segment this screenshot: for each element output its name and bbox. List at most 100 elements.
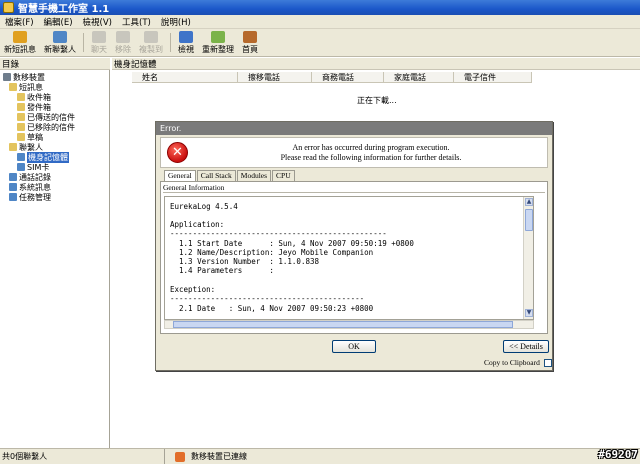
tab-call-stack[interactable]: Call Stack: [196, 170, 236, 181]
copy-to-label: 複製到: [139, 44, 163, 54]
connection-status-text: 數移裝置已連線: [191, 452, 247, 461]
details-button[interactable]: << Details: [503, 340, 549, 353]
column-business-phone[interactable]: 商務電話: [312, 72, 384, 83]
copy-to-clipboard-label: Copy to Clipboard: [484, 358, 540, 367]
scrollbar-thumb[interactable]: [173, 321, 513, 328]
view-button[interactable]: 檢視: [174, 29, 198, 56]
home-label: 首頁: [242, 44, 258, 54]
copy-to-clipboard-checkbox[interactable]: [543, 358, 552, 367]
refresh-icon: [211, 30, 225, 43]
log-line: ----------------------------------------…: [170, 229, 387, 238]
log-line: Application:: [170, 220, 225, 229]
tree-item-system-info[interactable]: 系統訊息: [9, 182, 51, 192]
refresh-button[interactable]: 重新整理: [198, 29, 238, 56]
tree-item-label: 任務管理: [19, 192, 51, 202]
log-line: 1.3 Version Number : 1.1.0.838: [170, 257, 320, 266]
view-icon: [179, 30, 193, 43]
divider: [163, 192, 545, 193]
phone-icon: [3, 73, 11, 81]
scroll-down-icon[interactable]: ▼: [525, 309, 533, 317]
log-line: 2.1 Date : Sun, 4 Nov 2007 09:50:23 +080…: [170, 304, 374, 313]
column-mobile-phone[interactable]: 擦移電話: [238, 72, 312, 83]
tree-item-task-manager[interactable]: 任務管理: [9, 192, 51, 202]
delete-label: 移除: [115, 44, 131, 54]
scrollbar-thumb[interactable]: [525, 209, 533, 231]
tree-item-sent[interactable]: 已傳送的信件: [17, 112, 75, 122]
view-label: 檢視: [178, 44, 194, 54]
contacts-folder-icon: [9, 143, 17, 151]
watermark: #69207: [598, 448, 638, 461]
tab-cpu[interactable]: CPU: [272, 170, 295, 181]
error-dialog: Error. ✕ An error has occurred during pr…: [155, 121, 553, 371]
log-horizontal-scrollbar[interactable]: [164, 320, 534, 329]
home-button[interactable]: 首頁: [238, 29, 262, 56]
tree-item-phone-memory[interactable]: 機身記憶體: [17, 151, 69, 163]
menu-edit[interactable]: 編輯(E): [39, 16, 78, 28]
tree-item-sim-card[interactable]: SIM卡: [17, 162, 49, 172]
copy-to-clipboard-option[interactable]: Copy to Clipboard: [484, 358, 552, 367]
scroll-up-icon[interactable]: ▲: [525, 198, 533, 206]
status-bar: 共0個聯繫人 數移裝置已連線: [0, 448, 640, 464]
tab-modules[interactable]: Modules: [236, 170, 272, 181]
menu-file[interactable]: 檔案(F): [0, 16, 39, 28]
phone-memory-icon: [17, 153, 25, 161]
sent-icon: [17, 113, 25, 121]
tab-general[interactable]: General: [164, 170, 196, 181]
window-title: 智慧手機工作室 1.1: [18, 4, 110, 15]
general-tab-panel: General Information EurekaLog 4.5.4 Appl…: [160, 181, 548, 334]
draft-icon: [17, 133, 25, 141]
copy-to-icon: [144, 30, 158, 43]
tree-item-outbox[interactable]: 發件箱: [17, 102, 51, 112]
chat-icon: [92, 30, 106, 43]
tree-item-inbox[interactable]: 收件箱: [17, 92, 51, 102]
copy-to-button[interactable]: 複製到: [135, 29, 167, 56]
column-name[interactable]: 姓名: [132, 72, 238, 83]
tree-item-call-log[interactable]: 通話記錄: [9, 172, 51, 182]
delete-button[interactable]: 移除: [111, 29, 135, 56]
log-line: 1.2 Name/Description: Jeyo Mobile Compan…: [170, 248, 374, 257]
connection-icon: [175, 451, 185, 462]
column-home-phone[interactable]: 家庭電話: [384, 72, 454, 83]
dialog-title: Error.: [156, 122, 552, 135]
error-icon: ✕: [167, 142, 188, 163]
toolbar: 新短訊息 新聯繫人 聊天 移除 複製到 檢視 重新整理 首頁: [0, 29, 640, 57]
error-message-line-1: An error has occurred during program exe…: [292, 143, 450, 152]
deleted-icon: [17, 123, 25, 131]
new-message-button[interactable]: 新短訊息: [0, 29, 40, 56]
contact-count: 共0個聯繫人: [0, 449, 165, 464]
list-header-title: 機身記憶體: [112, 58, 640, 70]
call-log-icon: [9, 173, 17, 181]
tree-item-messages[interactable]: 短訊息: [9, 82, 43, 92]
tree-item-contacts[interactable]: 聯繫人: [9, 142, 43, 152]
title-bar: 智慧手機工作室 1.1: [0, 0, 640, 15]
menu-tools[interactable]: 工具(T): [117, 16, 156, 28]
tree-item-device[interactable]: 數移裝置: [3, 72, 45, 82]
chat-button[interactable]: 聊天: [87, 29, 111, 56]
menu-bar: 檔案(F) 編輯(E) 檢視(V) 工具(T) 說明(H): [0, 15, 640, 29]
log-vertical-scrollbar[interactable]: ▲ ▼: [523, 197, 533, 319]
directory-header: 目錄: [0, 58, 110, 70]
sim-card-icon: [17, 163, 25, 171]
new-message-icon: [13, 30, 27, 43]
app-icon: [3, 2, 14, 13]
toolbar-separator: [170, 33, 171, 52]
menu-view[interactable]: 檢視(V): [78, 16, 117, 28]
column-email[interactable]: 電子信件: [454, 72, 532, 83]
log-line: Exception:: [170, 285, 216, 294]
error-log-text[interactable]: EurekaLog 4.5.4 Application: -----------…: [164, 196, 534, 320]
refresh-label: 重新整理: [202, 44, 234, 54]
error-message-line-2: Please read the following information fo…: [280, 153, 462, 162]
chat-label: 聊天: [91, 44, 107, 54]
delete-icon: [116, 30, 130, 43]
tree-item-drafts[interactable]: 草稿: [17, 132, 43, 142]
folder-icon: [9, 83, 17, 91]
ok-button[interactable]: OK: [332, 340, 376, 353]
loading-text: 正在下載...: [357, 96, 397, 105]
home-icon: [243, 30, 257, 43]
connection-status: 數移裝置已連線: [165, 451, 247, 462]
new-contact-label: 新聯繫人: [44, 44, 76, 54]
new-contact-button[interactable]: 新聯繫人: [40, 29, 80, 56]
tree-item-deleted[interactable]: 已移除的信件: [17, 122, 75, 132]
new-contact-icon: [53, 30, 67, 43]
menu-help[interactable]: 說明(H): [156, 16, 196, 28]
